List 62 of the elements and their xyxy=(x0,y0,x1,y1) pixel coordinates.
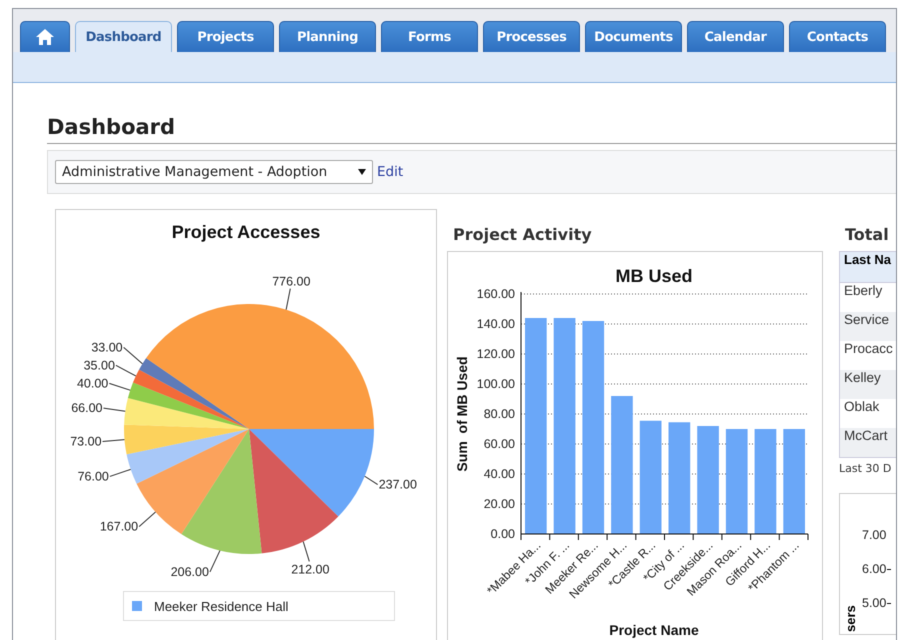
axis-tick-label: 120.00 xyxy=(476,347,515,361)
axis-title: Sum of MB Used xyxy=(454,356,470,472)
nav-tab[interactable]: Contacts xyxy=(789,21,886,52)
home-tab[interactable] xyxy=(20,21,70,52)
edit-link[interactable]: Edit xyxy=(377,164,404,180)
table-cell-text: Oblak xyxy=(843,399,880,416)
home-icon xyxy=(36,29,54,45)
axis-tick-label: 60.00 xyxy=(484,437,515,451)
nav-tab[interactable]: Documents xyxy=(585,21,682,52)
table-cell-text: Procacc xyxy=(843,341,894,358)
leader-line xyxy=(138,512,156,528)
chart-title: MB Used xyxy=(616,266,692,286)
axis-tick-label: 140.00 xyxy=(476,317,515,331)
axis-tick-label: 0.00 xyxy=(490,527,515,541)
data-label: 167.00 xyxy=(100,520,138,534)
nav-tab[interactable]: Planning xyxy=(279,21,376,52)
nav-tab[interactable]: Dashboard xyxy=(75,21,172,52)
leader-line xyxy=(286,288,291,310)
axis-tick-label: 40.00 xyxy=(484,467,515,481)
leader-line xyxy=(108,382,131,391)
table-note: Last 30 D xyxy=(839,462,892,475)
leader-line xyxy=(302,541,310,562)
section-heading: Total xyxy=(845,225,890,244)
table-cell: McCart xyxy=(840,428,896,457)
data-label: 33.00 xyxy=(91,340,123,354)
leader-line xyxy=(364,476,378,486)
data-label: 237.00 xyxy=(378,478,417,492)
legend-label: Meeker Residence Hall xyxy=(154,598,288,614)
axis-tick-label: 7.00 xyxy=(862,528,886,542)
axis-tick-label: 160.00 xyxy=(476,287,515,301)
axis-tick-label: 100.00 xyxy=(476,377,515,391)
leader-line xyxy=(209,550,220,572)
axis-tick-label: 5.00 xyxy=(862,596,886,610)
dashboard-select[interactable]: Administrative Management - Adoption xyxy=(55,160,373,184)
axis-tick-label: 6.00 xyxy=(862,562,886,576)
section-heading: Project Activity xyxy=(453,225,593,244)
table-cell-text: Eberly xyxy=(843,283,884,300)
nav-tab[interactable]: Projects xyxy=(177,21,274,52)
data-label: 212.00 xyxy=(291,562,330,576)
column-header[interactable]: Last Na xyxy=(840,252,896,283)
chart-title: Project Accesses xyxy=(172,222,320,243)
axis-tick-label: 80.00 xyxy=(484,407,515,421)
leader-line xyxy=(102,439,125,442)
data-label: 40.00 xyxy=(76,376,108,390)
data-label: 76.00 xyxy=(78,469,109,484)
axis-title: sers xyxy=(843,604,858,632)
data-label: 35.00 xyxy=(84,358,115,372)
table-cell: Kelley xyxy=(840,370,896,399)
axis-tick-label: 20.00 xyxy=(484,497,515,511)
caret-icon xyxy=(358,169,366,175)
table-cell: Service xyxy=(840,312,896,341)
data-label: 206.00 xyxy=(170,564,209,579)
page-title: Dashboard xyxy=(47,115,896,144)
nav-tab[interactable]: Calendar xyxy=(687,21,784,52)
nav-tab[interactable]: Processes xyxy=(483,21,580,52)
data-label: 73.00 xyxy=(70,434,102,448)
leader-line xyxy=(109,468,132,477)
leader-line xyxy=(102,408,126,412)
data-label: 66.00 xyxy=(71,401,102,416)
axis-title: Project Name xyxy=(609,622,699,638)
nav-tab[interactable]: Forms xyxy=(381,21,478,52)
data-label: 776.00 xyxy=(272,274,310,289)
